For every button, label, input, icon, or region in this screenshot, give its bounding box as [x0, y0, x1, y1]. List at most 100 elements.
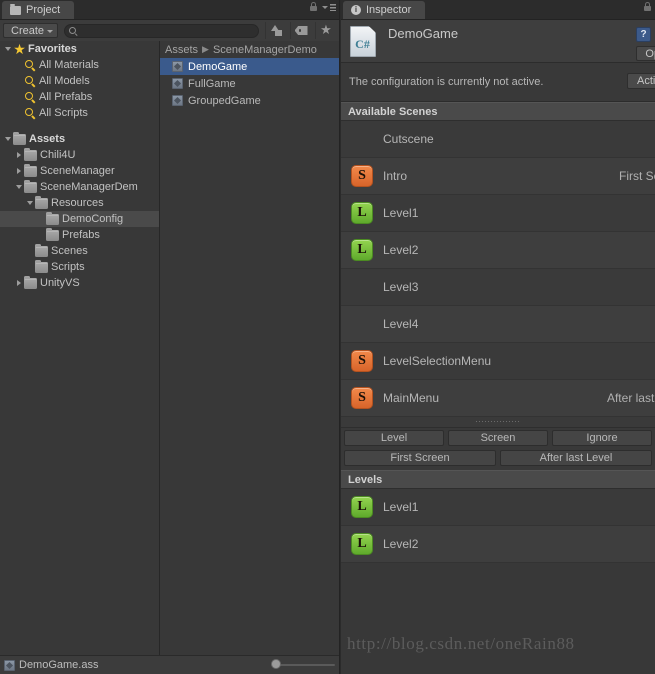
- scene-row[interactable]: L Level1: [341, 195, 655, 232]
- unity-editor-window: Project Create ★ ★ Favorites All Materia…: [0, 0, 655, 674]
- tree-item-label: UnityVS: [40, 277, 80, 289]
- tree-item-democonfig[interactable]: DemoConfig: [0, 211, 159, 227]
- create-button[interactable]: Create: [3, 23, 59, 38]
- resize-grip[interactable]: [341, 417, 655, 428]
- no-badge: [351, 276, 373, 298]
- twisty-open-icon[interactable]: [2, 41, 13, 57]
- lock-icon[interactable]: [309, 2, 318, 12]
- scene-role-tag: After last Lev: [606, 391, 655, 405]
- tab-project[interactable]: Project: [2, 1, 75, 19]
- filter-favorites-button[interactable]: ★: [315, 22, 336, 39]
- scene-row[interactable]: Cutscene: [341, 121, 655, 158]
- project-tree[interactable]: ★ Favorites All Materials All Models All Pre…: [0, 41, 160, 656]
- search-field[interactable]: [64, 23, 259, 39]
- asset-row[interactable]: FullGame: [160, 75, 339, 92]
- tree-item-label: All Prefabs: [39, 91, 93, 103]
- scene-name-label: Level2: [383, 243, 419, 257]
- tree-item-label: DemoConfig: [62, 213, 124, 225]
- scene-name-label: Intro: [383, 169, 408, 183]
- twisty-open-icon[interactable]: [24, 195, 35, 211]
- folder-icon: [10, 3, 21, 15]
- mark-as-level-button[interactable]: Level: [344, 430, 444, 446]
- twisty-open-icon[interactable]: [13, 179, 24, 195]
- tree-item-all-materials[interactable]: All Materials: [0, 57, 159, 73]
- folder-icon: [46, 227, 59, 241]
- asset-row[interactable]: GroupedGame: [160, 92, 339, 109]
- tree-item-scenemanager[interactable]: SceneManager: [0, 163, 159, 179]
- slider-track: [275, 663, 335, 666]
- hamburger-menu-icon[interactable]: [322, 2, 336, 12]
- scene-name-label: Cutscene: [383, 132, 434, 146]
- tree-item-label: Resources: [51, 197, 104, 209]
- tree-item-favorites[interactable]: ★ Favorites: [0, 41, 159, 57]
- level-badge-icon: L: [351, 533, 373, 555]
- help-icon[interactable]: ?: [636, 27, 651, 42]
- tree-item-assets[interactable]: Assets: [0, 131, 159, 147]
- menu-bars: [330, 3, 336, 11]
- open-button[interactable]: Op: [636, 46, 655, 61]
- level-badge-icon: L: [351, 202, 373, 224]
- tree-item-prefabs[interactable]: Prefabs: [0, 227, 159, 243]
- levels-list[interactable]: L Level1 L Level2: [341, 489, 655, 563]
- level-name-label: Level2: [383, 537, 419, 551]
- project-toolbar: Create ★: [0, 20, 339, 42]
- scene-row[interactable]: S Intro First Scree: [341, 158, 655, 195]
- info-icon: i: [351, 5, 361, 15]
- filter-by-type-button[interactable]: [265, 22, 286, 39]
- filter-by-label-button[interactable]: [290, 22, 311, 39]
- twisty-open-icon[interactable]: [2, 131, 13, 147]
- tree-item-all-models[interactable]: All Models: [0, 73, 159, 89]
- mark-as-ignore-button[interactable]: Ignore: [552, 430, 652, 446]
- tree-item-scripts[interactable]: Scripts: [0, 259, 159, 275]
- inactive-notice: The configuration is currently not activ…: [341, 63, 655, 102]
- tree-item-resources[interactable]: Resources: [0, 195, 159, 211]
- tree-item-label: All Models: [39, 75, 90, 87]
- level-row[interactable]: L Level1: [341, 489, 655, 526]
- twisty-closed-icon[interactable]: [13, 275, 24, 291]
- breadcrumb-separator-icon: ▶: [202, 44, 209, 54]
- tab-inspector[interactable]: i Inspector: [343, 1, 426, 19]
- tree-item-scenemanagerdem[interactable]: SceneManagerDem: [0, 179, 159, 195]
- shapes-filter-icon: [270, 25, 283, 36]
- slider-knob[interactable]: [271, 659, 281, 669]
- tree-item-unityvs[interactable]: UnityVS: [0, 275, 159, 291]
- asset-rows-container: DemoGame FullGame GroupedGame: [160, 58, 339, 109]
- scene-role-tag: First Scree: [618, 169, 655, 183]
- magnifier-icon: [24, 107, 37, 120]
- tree-item-chili4u[interactable]: Chili4U: [0, 147, 159, 163]
- project-asset-list[interactable]: Assets ▶ SceneManagerDemo DemoGame FullGa…: [160, 41, 339, 656]
- tree-item-scenes[interactable]: Scenes: [0, 243, 159, 259]
- activate-button[interactable]: Activa: [627, 73, 655, 89]
- scriptable-object-icon: [172, 61, 183, 72]
- scene-row[interactable]: S LevelSelectionMenu: [341, 343, 655, 380]
- asset-row[interactable]: DemoGame: [160, 58, 339, 75]
- breadcrumb-root[interactable]: Assets: [165, 44, 198, 56]
- lock-icon[interactable]: [643, 2, 652, 12]
- twisty-closed-icon[interactable]: [13, 147, 24, 163]
- inspector-panel: i Inspector C# DemoGame ? Op The configu…: [341, 0, 655, 674]
- scene-row[interactable]: Level3: [341, 269, 655, 306]
- mark-as-after-last-level-button[interactable]: After last Level: [500, 450, 652, 466]
- scene-row[interactable]: L Level2: [341, 232, 655, 269]
- magnifier-icon: [24, 75, 37, 88]
- level-row[interactable]: L Level2: [341, 526, 655, 563]
- mark-as-first-screen-button[interactable]: First Screen: [344, 450, 496, 466]
- breadcrumb-current[interactable]: SceneManagerDemo: [213, 44, 317, 56]
- available-scenes-list[interactable]: CutsceneSIntroFirst ScreeLLevel1LLevel2L…: [341, 121, 655, 417]
- folder-icon: [46, 211, 59, 225]
- scene-row[interactable]: S MainMenu After last Lev: [341, 380, 655, 417]
- tree-item-all-prefabs[interactable]: All Prefabs: [0, 89, 159, 105]
- folder-icon: [24, 163, 37, 177]
- star-icon: ★: [320, 22, 332, 37]
- search-input[interactable]: [80, 24, 254, 39]
- mark-as-screen-button[interactable]: Screen: [448, 430, 548, 446]
- tree-item-all-scripts[interactable]: All Scripts: [0, 105, 159, 121]
- scene-name-label: Level4: [383, 317, 419, 331]
- icon-size-slider[interactable]: [271, 659, 335, 669]
- scene-row[interactable]: Level4: [341, 306, 655, 343]
- folder-icon: [13, 131, 26, 145]
- asset-row-label: GroupedGame: [188, 94, 261, 107]
- twisty-closed-icon[interactable]: [13, 163, 24, 179]
